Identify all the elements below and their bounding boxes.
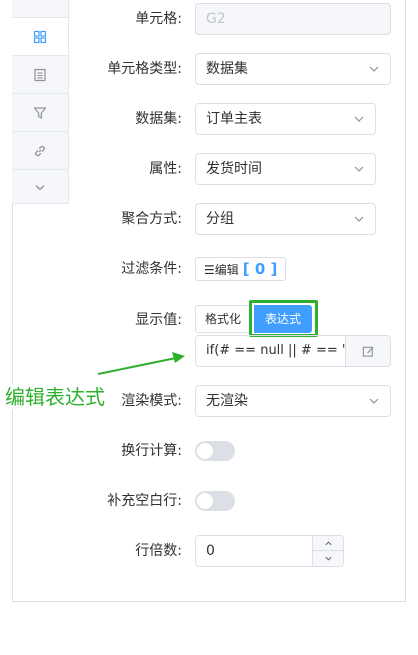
row-multiple-stepper: [312, 536, 343, 566]
increase-button[interactable]: [313, 536, 343, 551]
annotation-text: 编辑表达式: [5, 384, 107, 410]
row-multiple-label: 行倍数:: [135, 543, 182, 559]
wrap-calc-switch[interactable]: [195, 441, 235, 461]
row-multiple-input[interactable]: 0: [195, 535, 344, 567]
fill-blank-switch[interactable]: [195, 491, 235, 511]
chevron-up-icon: [324, 540, 332, 545]
chevron-down-icon: [368, 386, 380, 418]
render-mode-value: 无渲染: [206, 393, 248, 409]
wrap-calc-label: 换行计算:: [121, 443, 182, 459]
decrease-button[interactable]: [313, 551, 343, 566]
row-multiple-value: 0: [206, 543, 215, 559]
fill-blank-label: 补充空白行:: [107, 493, 182, 509]
render-mode-select[interactable]: 无渲染: [195, 385, 391, 417]
chevron-down-icon: [324, 556, 332, 561]
